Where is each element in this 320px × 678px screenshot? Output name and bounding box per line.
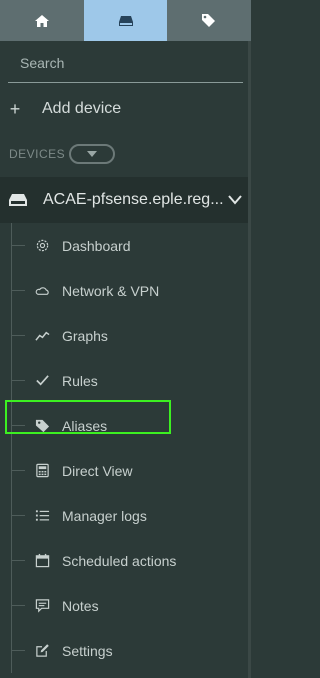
tab-tags[interactable]: [167, 0, 252, 41]
menu-item-label: Settings: [62, 642, 113, 659]
add-device-button[interactable]: + Add device: [0, 97, 251, 121]
menu-item-label: Scheduled actions: [62, 552, 177, 569]
menu-item-label: Direct View: [62, 462, 133, 479]
gear-icon: [34, 238, 50, 254]
comment-icon: [34, 598, 50, 614]
home-icon: [34, 14, 49, 27]
device-menu: Dashboard Network & VPN Graphs Rules Ali…: [0, 223, 251, 673]
devices-toggle[interactable]: [69, 144, 116, 164]
menu-item-label: Notes: [62, 597, 99, 614]
device-row[interactable]: ACAE-pfsense.eple.reg...: [0, 177, 251, 223]
plus-icon: +: [9, 98, 21, 119]
menu-item-label: Rules: [62, 372, 98, 389]
menu-item-label: Aliases: [62, 417, 108, 434]
menu-item-label: Graphs: [62, 327, 108, 344]
devices-header-label: DEVICES: [9, 147, 66, 161]
check-icon: [34, 373, 50, 389]
menu-item-notes[interactable]: Notes: [0, 583, 251, 628]
caret-down-icon: [87, 151, 98, 157]
tab-devices[interactable]: [83, 0, 168, 41]
menu-item-label: Manager logs: [62, 507, 147, 524]
devices-icon: [118, 15, 133, 26]
menu-item-manager-logs[interactable]: Manager logs: [0, 493, 251, 538]
line-chart-icon: [34, 328, 50, 344]
menu-item-graphs[interactable]: Graphs: [0, 313, 251, 358]
calendar-icon: [34, 553, 50, 569]
add-device-label: Add device: [42, 100, 122, 117]
calculator-icon: [34, 463, 50, 479]
menu-item-scheduled-actions[interactable]: Scheduled actions: [0, 538, 251, 583]
tab-home[interactable]: [0, 0, 84, 41]
search-input[interactable]: Search: [8, 53, 243, 83]
menu-item-network-vpn[interactable]: Network & VPN: [0, 268, 251, 313]
menu-item-label: Dashboard: [62, 237, 131, 254]
menu-item-settings[interactable]: Settings: [0, 628, 251, 673]
cloud-icon: [34, 283, 50, 299]
sidebar-scrollbar[interactable]: [248, 41, 251, 678]
tags-icon: [202, 13, 216, 27]
tag-icon: [34, 418, 50, 434]
edit-icon: [34, 643, 50, 659]
device-name: ACAE-pfsense.eple.reg...: [43, 191, 224, 208]
menu-item-rules[interactable]: Rules: [0, 358, 251, 403]
chevron-down-icon[interactable]: [228, 195, 242, 205]
list-icon: [34, 508, 50, 524]
menu-item-aliases[interactable]: Aliases: [0, 403, 251, 448]
menu-item-direct-view[interactable]: Direct View: [0, 448, 251, 493]
menu-item-label: Network & VPN: [62, 282, 160, 299]
hard-drive-icon: [9, 194, 27, 206]
top-tab-bar: [0, 0, 252, 41]
devices-section-header: DEVICES: [0, 143, 251, 165]
menu-item-dashboard[interactable]: Dashboard: [0, 223, 251, 268]
